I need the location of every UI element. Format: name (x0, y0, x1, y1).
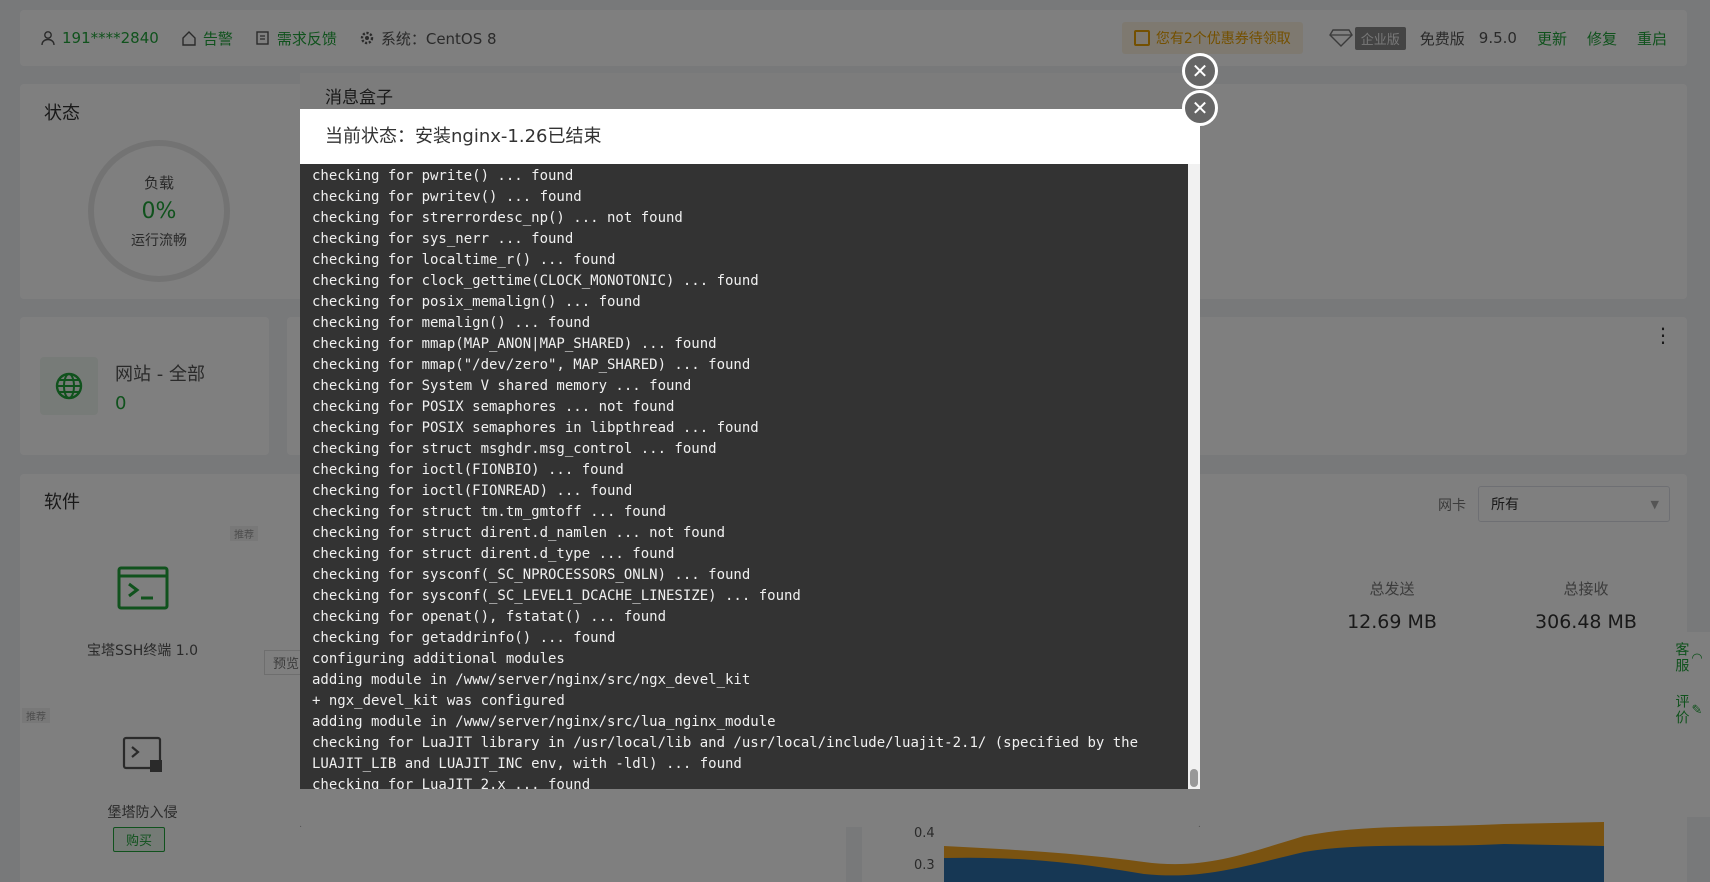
install-log-dialog: 当前状态：安装nginx-1.26已结束 checking for pwrite… (300, 109, 1200, 789)
message-box-close-icon[interactable]: ✕ (1182, 53, 1218, 89)
install-log-console[interactable]: checking for pwrite() ... found checking… (300, 164, 1200, 789)
log-scrollbar[interactable] (1188, 164, 1200, 789)
install-log-text: checking for pwrite() ... found checking… (312, 168, 1139, 789)
install-status-title: 当前状态：安装nginx-1.26已结束 (300, 109, 1200, 164)
install-log-close-icon[interactable]: ✕ (1182, 90, 1218, 126)
log-scrollbar-thumb[interactable] (1190, 769, 1198, 787)
